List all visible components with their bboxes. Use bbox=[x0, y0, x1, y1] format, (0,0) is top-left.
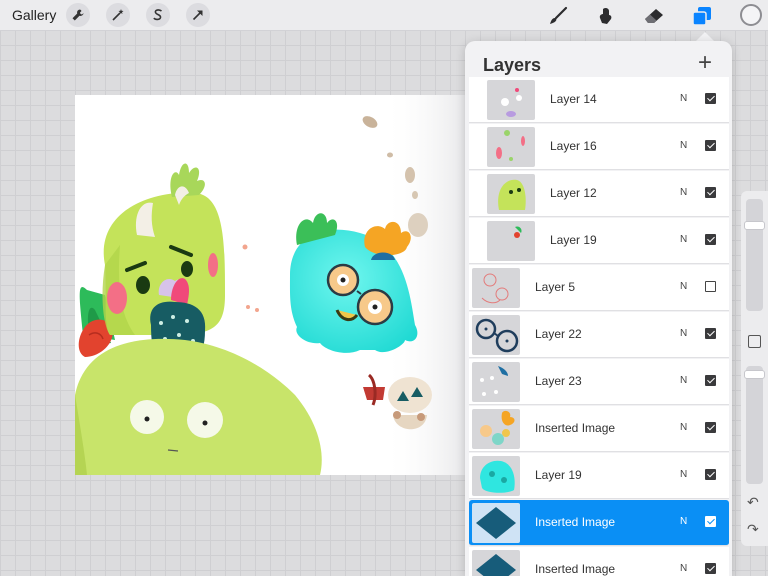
layer-name: Layer 19 bbox=[535, 468, 582, 482]
layer-thumbnail bbox=[472, 503, 520, 543]
layer-thumbnail bbox=[472, 550, 520, 576]
layer-name: Layer 5 bbox=[535, 280, 576, 294]
layer-row[interactable]: Layer 12 N bbox=[469, 171, 729, 217]
blend-mode-button[interactable]: N bbox=[680, 281, 687, 292]
layer-name: Layer 19 bbox=[550, 233, 597, 247]
brush-size-slider[interactable] bbox=[746, 199, 763, 311]
magic-wand-icon[interactable] bbox=[106, 3, 130, 27]
blend-mode-button[interactable]: N bbox=[680, 328, 687, 339]
layer-row-selected[interactable]: Inserted Image N bbox=[469, 500, 729, 546]
layer-thumbnail bbox=[472, 362, 520, 402]
undo-icon[interactable]: ↶ bbox=[747, 494, 759, 511]
layer-visibility-checkbox[interactable] bbox=[705, 422, 716, 433]
layer-row[interactable]: Layer 16 N bbox=[469, 124, 729, 170]
layer-visibility-checkbox[interactable] bbox=[705, 516, 716, 527]
layer-thumbnail bbox=[472, 315, 520, 355]
layer-name: Layer 22 bbox=[535, 327, 582, 341]
modify-button[interactable] bbox=[748, 335, 761, 348]
gallery-button[interactable]: Gallery bbox=[12, 7, 56, 23]
blend-mode-button[interactable]: N bbox=[680, 375, 687, 386]
blend-mode-button[interactable]: N bbox=[680, 187, 687, 198]
layer-visibility-checkbox[interactable] bbox=[705, 281, 716, 292]
layer-thumbnail bbox=[472, 409, 520, 449]
layer-visibility-checkbox[interactable] bbox=[705, 187, 716, 198]
layer-visibility-checkbox[interactable] bbox=[705, 234, 716, 245]
blend-mode-button[interactable]: N bbox=[680, 93, 687, 104]
opacity-handle[interactable] bbox=[744, 370, 765, 379]
brush-size-handle[interactable] bbox=[744, 221, 765, 230]
layer-thumbnail bbox=[472, 456, 520, 496]
brush-icon[interactable] bbox=[545, 3, 571, 29]
layer-thumbnail bbox=[487, 221, 535, 261]
layer-row[interactable]: Layer 14 N bbox=[469, 77, 729, 123]
color-picker-button[interactable] bbox=[740, 4, 762, 26]
layer-name: Layer 16 bbox=[550, 139, 597, 153]
layer-row[interactable]: Layer 5 N bbox=[469, 265, 729, 311]
layer-name: Layer 23 bbox=[535, 374, 582, 388]
layer-visibility-checkbox[interactable] bbox=[705, 140, 716, 151]
layer-row[interactable]: Layer 23 N bbox=[469, 359, 729, 405]
drawing-canvas[interactable] bbox=[75, 95, 470, 475]
arrow-transform-icon[interactable] bbox=[186, 3, 210, 27]
layer-name: Inserted Image bbox=[535, 421, 616, 435]
layer-name: Inserted Image bbox=[535, 515, 616, 529]
layers-panel: Layers + Layer 14 N Layer 16 N Layer 12 bbox=[465, 41, 732, 576]
layer-visibility-checkbox[interactable] bbox=[705, 469, 716, 480]
layer-thumbnail bbox=[487, 127, 535, 167]
layer-name: Layer 12 bbox=[550, 186, 597, 200]
layer-thumbnail bbox=[487, 174, 535, 214]
blend-mode-button[interactable]: N bbox=[680, 422, 687, 433]
top-toolbar: Gallery bbox=[0, 0, 768, 31]
blend-mode-button[interactable]: N bbox=[680, 516, 687, 527]
layer-name: Layer 14 bbox=[550, 92, 597, 106]
layer-thumbnail bbox=[487, 80, 535, 120]
brush-slider-panel: ↶ ↷ bbox=[741, 191, 768, 546]
artwork-illustration bbox=[75, 95, 470, 475]
blend-mode-button[interactable]: N bbox=[680, 563, 687, 574]
eraser-icon[interactable] bbox=[641, 3, 667, 29]
layer-row[interactable]: Inserted Image N bbox=[469, 547, 729, 576]
layer-visibility-checkbox[interactable] bbox=[705, 328, 716, 339]
opacity-slider[interactable] bbox=[746, 366, 763, 484]
add-layer-button[interactable]: + bbox=[698, 51, 712, 75]
layer-visibility-checkbox[interactable] bbox=[705, 93, 716, 104]
layer-row[interactable]: Layer 22 N bbox=[469, 312, 729, 358]
layers-panel-title: Layers bbox=[483, 55, 542, 75]
smudge-icon[interactable] bbox=[593, 3, 619, 29]
layer-row[interactable]: Layer 19 N bbox=[469, 453, 729, 499]
layer-thumbnail bbox=[472, 268, 520, 308]
redo-icon[interactable]: ↷ bbox=[747, 521, 759, 538]
layer-row[interactable]: Layer 19 N bbox=[469, 218, 729, 264]
layer-visibility-checkbox[interactable] bbox=[705, 375, 716, 386]
layers-panel-pointer bbox=[696, 32, 714, 41]
wrench-icon[interactable] bbox=[66, 3, 90, 27]
blend-mode-button[interactable]: N bbox=[680, 234, 687, 245]
layers-icon[interactable] bbox=[689, 3, 715, 29]
layer-row[interactable]: Inserted Image N bbox=[469, 406, 729, 452]
blend-mode-button[interactable]: N bbox=[680, 140, 687, 151]
layer-name: Inserted Image bbox=[535, 562, 616, 576]
selection-s-icon[interactable] bbox=[146, 3, 170, 27]
blend-mode-button[interactable]: N bbox=[680, 469, 687, 480]
layer-visibility-checkbox[interactable] bbox=[705, 563, 716, 574]
